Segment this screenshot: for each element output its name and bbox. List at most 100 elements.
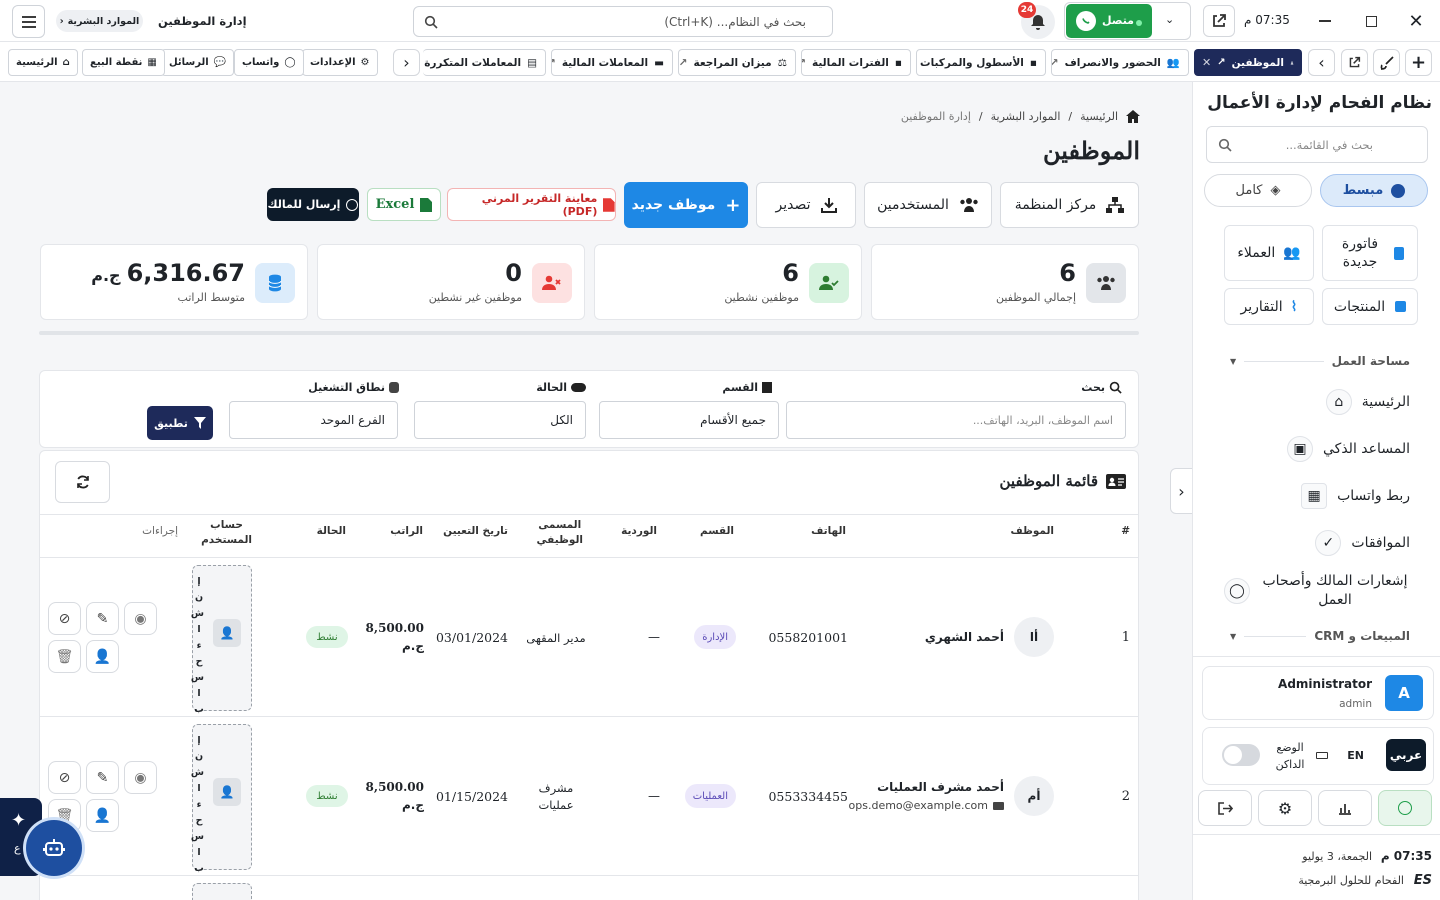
logout-button[interactable] bbox=[1198, 790, 1252, 826]
battery-icon bbox=[1316, 752, 1328, 759]
window-minimize-button[interactable] bbox=[1310, 8, 1340, 34]
sidebar-item-approvals[interactable]: الموافقات ✓ bbox=[1315, 530, 1410, 556]
org-center-button[interactable]: مركز المنظمة bbox=[1000, 182, 1139, 228]
breadcrumb-hr[interactable]: الموارد البشرية bbox=[991, 110, 1061, 123]
quick-messages[interactable]: 💬 الرسائل bbox=[161, 49, 235, 76]
filter-status-select[interactable]: الكل bbox=[414, 401, 586, 439]
refresh-button[interactable] bbox=[55, 461, 110, 503]
new-tab-button[interactable]: + bbox=[1405, 49, 1432, 76]
stat-value: 6 bbox=[1059, 259, 1076, 287]
stat-inactive-employees: 0 موظفين غير نشطين bbox=[317, 244, 585, 320]
lang-en-button[interactable]: EN bbox=[1347, 749, 1364, 762]
edit-button[interactable]: ✎ bbox=[86, 761, 119, 794]
tab-attendance[interactable]: 👥 الحضور والانصراف ↗ bbox=[1051, 49, 1189, 76]
breadcrumb-home[interactable]: الرئيسية bbox=[1080, 110, 1118, 123]
building-icon bbox=[762, 382, 772, 393]
settings-button[interactable]: ⚙ bbox=[1258, 790, 1312, 826]
stat-value: 6 bbox=[782, 259, 799, 287]
filter-dept-select[interactable]: جميع الأقسام bbox=[599, 401, 779, 439]
sidebar-item-whatsapp-link[interactable]: ربط واتساب ▦ bbox=[1301, 483, 1410, 509]
close-icon[interactable]: ✕ bbox=[1202, 56, 1211, 69]
file-excel-icon bbox=[420, 197, 433, 212]
tab-trial-balance[interactable]: ⚖ ميزان المراجعة ↗ bbox=[678, 49, 796, 76]
mode-simple-button[interactable]: مبسط bbox=[1320, 174, 1428, 207]
cell-hire-date: 03/01/2024 bbox=[435, 630, 508, 645]
mode-full-button[interactable]: ◈ كامل bbox=[1204, 174, 1312, 207]
disable-button[interactable]: ⊘ bbox=[48, 602, 81, 635]
quick-customers[interactable]: 👥 العملاء bbox=[1224, 225, 1314, 281]
delete-button[interactable]: 🗑 bbox=[48, 640, 81, 673]
tabs-scroll-right-button[interactable]: › bbox=[1308, 49, 1335, 76]
quick-home[interactable]: ⌂ الرئيسية bbox=[8, 49, 78, 76]
quick-reports[interactable]: ⌇ التقارير bbox=[1224, 288, 1314, 325]
card-icon: ▬ bbox=[654, 56, 664, 69]
quick-pos[interactable]: ▦ نقطة البيع bbox=[82, 49, 165, 76]
employee-name[interactable]: أحمد الشهري bbox=[925, 630, 1004, 644]
sidebar-item-ai-assistant[interactable]: المساعد الذكي ▣ bbox=[1287, 436, 1410, 462]
notifications-badge: 24 bbox=[1018, 2, 1036, 18]
filter-search-input[interactable]: اسم الموظف، البريد، الهاتف... bbox=[786, 401, 1126, 439]
quick-settings[interactable]: ⚙ الإعدادات bbox=[302, 49, 378, 76]
filter-scope-label-text: نطاق التشغيل bbox=[308, 381, 385, 394]
refresh-icon bbox=[76, 475, 89, 489]
sidebar-item-home[interactable]: الرئيسية ⌂ bbox=[1325, 389, 1410, 415]
view-button[interactable]: ◉ bbox=[124, 602, 157, 635]
org-center-label: مركز المنظمة bbox=[1014, 197, 1097, 213]
dept-badge: الإدارة bbox=[694, 625, 736, 649]
view-button[interactable]: ◉ bbox=[124, 761, 157, 794]
sidebar-search[interactable]: بحث في القائمة... bbox=[1206, 126, 1428, 163]
create-account-button[interactable] bbox=[192, 883, 252, 900]
menu-button[interactable] bbox=[12, 5, 45, 38]
brush-icon bbox=[1379, 55, 1394, 70]
pdf-preview-button[interactable]: معاينة التقرير المرني (PDF) bbox=[447, 188, 616, 221]
logout-icon bbox=[1217, 801, 1233, 815]
global-search-box[interactable]: بحث في النظام... (Ctrl+K) bbox=[413, 6, 833, 37]
window-maximize-button[interactable] bbox=[1356, 8, 1386, 34]
tab-employees[interactable]: الموظفين ↗ ✕ bbox=[1194, 49, 1302, 76]
th-num: # bbox=[1121, 525, 1130, 537]
whatsapp-status-group[interactable]: ⌄ متصل bbox=[1064, 2, 1191, 40]
edit-button[interactable]: ✎ bbox=[86, 602, 119, 635]
cell-num: 2 bbox=[1121, 789, 1130, 804]
quick-whatsapp[interactable]: ◯ واتساب bbox=[234, 49, 304, 76]
stats-button[interactable] bbox=[1318, 790, 1372, 826]
table-row bbox=[40, 876, 1138, 900]
tab-fleet-label: الأسطول والمركبات bbox=[920, 56, 1024, 69]
user-settings-button[interactable]: 👤 bbox=[86, 640, 119, 673]
tabs-scroll-left-button[interactable]: ‹ bbox=[393, 49, 420, 76]
popout-button[interactable] bbox=[1203, 5, 1235, 37]
sales-crm-header[interactable]: المبيعات و CRM ▼ bbox=[1230, 629, 1410, 643]
disable-button[interactable]: ⊘ bbox=[48, 761, 81, 794]
user-settings-button[interactable]: 👤 bbox=[86, 799, 119, 832]
excel-button[interactable]: Excel bbox=[367, 188, 441, 221]
window-close-button[interactable]: ✕ bbox=[1398, 8, 1434, 34]
open-window-button[interactable] bbox=[1341, 49, 1368, 76]
users-button[interactable]: المستخدمين bbox=[864, 182, 992, 228]
tab-recurring[interactable]: ▤المعاملات المتكررة↗ bbox=[423, 49, 546, 76]
tab-transactions[interactable]: ▬ المعاملات المالية ↗ bbox=[551, 49, 673, 76]
tab-fiscal-periods[interactable]: ▪ الفترات المالية ↗ bbox=[801, 49, 911, 76]
whatsapp-quick-button[interactable] bbox=[1378, 790, 1432, 826]
section-chip[interactable]: الموارد البشرية ‹ bbox=[56, 10, 143, 32]
new-employee-button[interactable]: + موظف جديد bbox=[624, 182, 748, 228]
ai-bot-button[interactable] bbox=[26, 820, 82, 876]
employee-name[interactable]: أحمد مشرف العمليات bbox=[877, 780, 1004, 794]
quick-new-invoice[interactable]: فاتورة جديدة bbox=[1322, 225, 1418, 281]
pin-tab-button[interactable] bbox=[1373, 49, 1400, 76]
sidebar-item-ai-label: المساعد الذكي bbox=[1323, 441, 1410, 457]
dark-mode-toggle[interactable] bbox=[1222, 744, 1260, 766]
sidebar-item-owner-notifications[interactable]: إشعارات المالك وأصحاب العمل ◯ bbox=[1224, 572, 1410, 610]
search-icon bbox=[424, 15, 438, 29]
tab-fleet[interactable]: ▪الأسطول والمركبات↗ bbox=[916, 49, 1046, 76]
top-bar: ✕ 07:35 م ⌄ متصل 24 بحث في النظام... (Ct… bbox=[0, 0, 1440, 42]
sidebar-collapse-handle[interactable]: ‹ bbox=[1170, 468, 1193, 514]
apply-filter-button[interactable]: تطبيق bbox=[147, 406, 213, 440]
filter-scope-select[interactable]: الفرع الموحد bbox=[229, 401, 398, 439]
quick-products[interactable]: المنتجات bbox=[1322, 288, 1418, 325]
home-icon: ⌂ bbox=[1325, 389, 1352, 415]
lang-ar-button[interactable]: عربي bbox=[1386, 739, 1426, 771]
export-button[interactable]: تصدير bbox=[756, 182, 856, 228]
workspace-header[interactable]: مساحة العمل ▼ bbox=[1230, 354, 1410, 368]
send-owner-button[interactable]: إرسال للمالك bbox=[267, 188, 359, 221]
sales-crm-header-label: المبيعات و CRM bbox=[1314, 629, 1410, 643]
